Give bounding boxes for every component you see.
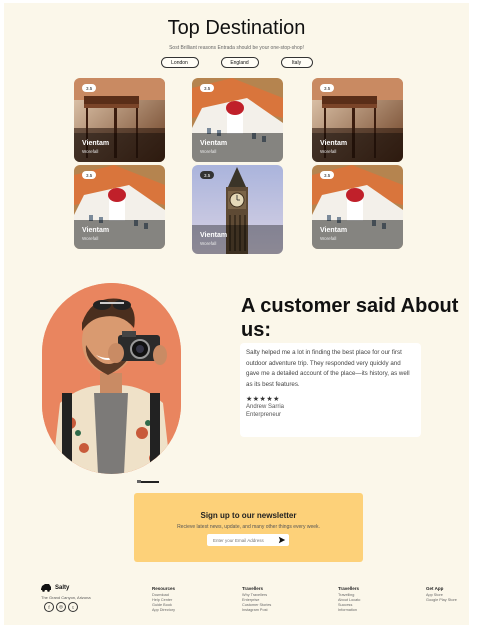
footer-logo[interactable]: Salty	[40, 583, 69, 592]
newsletter-title: Sign up to our newsletter	[200, 511, 297, 520]
footer-column-travellers: Travellers Why Travellers Enterprise Cus…	[242, 586, 271, 613]
newsletter-subtitle: Recieve latest news, update, and many ot…	[177, 524, 320, 530]
customer-portrait	[42, 283, 181, 474]
rating-stars: ★★★★★	[246, 396, 280, 403]
footer-address: The Grand Canyon, Arizona	[41, 595, 91, 600]
footer-column-get-app: Get App App Store Google Play Store	[426, 586, 457, 603]
send-icon[interactable]	[278, 536, 286, 544]
email-input[interactable]: Enter your Email Address	[207, 534, 289, 546]
facebook-icon[interactable]: f	[44, 602, 54, 612]
testimonial-quote: Salty helped me a lot in finding the bes…	[246, 349, 410, 388]
rating-badge: 3.5	[200, 171, 215, 179]
footer-link[interactable]: Instagram Post	[242, 608, 271, 613]
footer-column-travellers-2: Travellers Travelling About Locato Succe…	[338, 586, 360, 613]
destination-filters: London England Italy	[4, 57, 469, 68]
man-with-camera-image	[42, 283, 181, 474]
destination-card[interactable]: 3.5 Vientam Worefall	[192, 165, 283, 254]
slider-indicator-dot	[137, 480, 141, 483]
card-subtitle: Worefall	[82, 236, 99, 241]
destination-card[interactable]: 3.5 Vientam Worefall	[74, 78, 165, 162]
filter-london[interactable]: London	[160, 57, 199, 68]
card-title: Vientam	[320, 140, 348, 147]
footer-link[interactable]: Information	[338, 608, 360, 613]
email-placeholder: Enter your Email Address	[213, 537, 264, 543]
card-title: Vientam	[320, 227, 348, 234]
card-title: Vientam	[200, 140, 228, 147]
social-links: f ◎ t	[44, 602, 78, 612]
reviewer-name: Andrew Sarria	[246, 404, 285, 410]
footer-heading: Travellers	[242, 586, 264, 591]
rating-badge: 3.5	[82, 84, 97, 92]
brand-name: Salty	[55, 584, 70, 591]
car-icon	[41, 584, 51, 592]
footer-heading: Resources	[152, 586, 176, 591]
card-title: Vientam	[82, 227, 110, 234]
reviewer-role: Enterpreneur	[246, 412, 282, 418]
testimonial-title: A customer said About us:	[241, 295, 459, 341]
destinations-subtitle: Sost Brilliant reasons Entrada should be…	[169, 45, 304, 51]
footer-link[interactable]: App Directory	[152, 608, 175, 613]
page: Top Destination Sost Brilliant reasons E…	[4, 3, 469, 625]
footer-column-resources: Resources Download Help Center Guide Boo…	[152, 586, 175, 613]
instagram-icon[interactable]: ◎	[56, 602, 66, 612]
card-title: Vientam	[82, 140, 110, 147]
testimonial-card: Salty helped me a lot in finding the bes…	[240, 343, 421, 437]
destination-card[interactable]: 3.5 Vientam Worefall	[192, 78, 283, 162]
card-subtitle: Worefall	[320, 236, 337, 241]
footer-link[interactable]: Google Play Store	[426, 598, 457, 603]
destinations-title: Top Destination	[167, 17, 306, 39]
footer-heading: Get App	[426, 586, 444, 591]
card-subtitle: Worefall	[82, 149, 99, 154]
destination-card[interactable]: 3.5 Vientam Worefall	[312, 165, 403, 249]
card-subtitle: Worefall	[320, 149, 337, 154]
rating-badge: 3.5	[82, 171, 97, 179]
destination-card[interactable]: 3.5 Vientam Worefall	[312, 78, 403, 162]
destination-card[interactable]: 3.5 Vientam Worefall	[74, 165, 165, 249]
card-title: Vientam	[200, 232, 228, 239]
card-subtitle: Worefall	[200, 149, 217, 154]
newsletter-section: Sign up to our newsletter Recieve latest…	[134, 493, 363, 562]
filter-england[interactable]: England	[220, 57, 259, 68]
filter-italy[interactable]: Italy	[280, 57, 313, 68]
twitter-icon[interactable]: t	[68, 602, 78, 612]
rating-badge: 3.5	[320, 84, 335, 92]
rating-badge: 3.5	[200, 84, 215, 92]
footer-heading: Travellers	[338, 586, 360, 591]
card-subtitle: Worefall	[200, 241, 217, 246]
rating-badge: 3.5	[320, 171, 335, 179]
